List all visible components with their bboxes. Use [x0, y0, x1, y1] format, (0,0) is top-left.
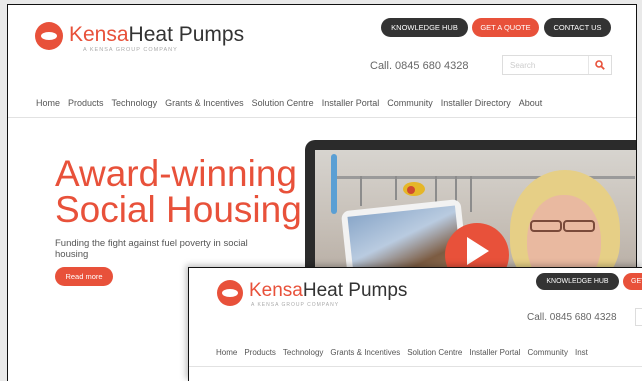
nav-item-community[interactable]: Community	[387, 98, 433, 108]
inset-nav-item-installer-directory[interactable]: Inst	[575, 348, 588, 357]
nav-item-products[interactable]: Products	[68, 98, 104, 108]
nav-item-installer-portal[interactable]: Installer Portal	[322, 98, 380, 108]
search-input[interactable]: Search	[510, 61, 535, 70]
inset-logo-brand-rest: Heat Pumps	[302, 280, 408, 301]
hero-subtitle: Funding the fight against fuel poverty i…	[55, 238, 248, 260]
inset-logo-tagline: A KENSA GROUP COMPANY	[251, 302, 340, 308]
logo-wordmark: KensaHeat Pumps	[69, 23, 244, 47]
inset-knowledge-hub-button[interactable]: KNOWLEDGE HUB	[536, 273, 619, 290]
inset-phone-number[interactable]: Call. 0845 680 4328	[527, 312, 617, 323]
main-nav: Home Products Technology Grants & Incent…	[36, 98, 542, 108]
inset-search-box[interactable]	[635, 308, 642, 326]
inset-nav-item-home[interactable]: Home	[216, 348, 237, 357]
inset-site-logo[interactable]: KensaHeat Pumps A KENSA GROUP COMPANY	[217, 280, 407, 308]
logo-brand-rest: Heat Pumps	[128, 23, 245, 46]
nav-divider	[8, 117, 636, 118]
inset-nav-item-grants[interactable]: Grants & Incentives	[330, 348, 400, 357]
hero-title-line2: Social Housing	[55, 189, 302, 230]
inset-screenshot: KensaHeat Pumps A KENSA GROUP COMPANY KN…	[188, 267, 642, 381]
nav-item-home[interactable]: Home	[36, 98, 60, 108]
inset-nav-divider	[189, 366, 642, 367]
logo-brand-kensa: Kensa	[69, 23, 129, 46]
utensil-hook	[470, 176, 472, 212]
glasses-right	[563, 220, 595, 232]
read-more-button[interactable]: Read more	[55, 267, 113, 286]
nav-item-technology[interactable]: Technology	[112, 98, 158, 108]
search-button[interactable]	[588, 56, 611, 74]
utensil-hook	[360, 176, 362, 206]
hero-video[interactable]	[305, 140, 636, 280]
inset-nav-item-community[interactable]: Community	[528, 348, 568, 357]
inset-nav-item-products[interactable]: Products	[244, 348, 276, 357]
inset-nav-item-installer-portal[interactable]: Installer Portal	[469, 348, 520, 357]
contact-us-button[interactable]: CONTACT US	[544, 18, 611, 37]
red-cup	[407, 186, 415, 194]
nav-item-grants[interactable]: Grants & Incentives	[165, 98, 244, 108]
phone-number[interactable]: Call. 0845 680 4328	[370, 60, 468, 72]
knowledge-hub-button[interactable]: KNOWLEDGE HUB	[381, 18, 468, 37]
logo-mark-icon	[35, 22, 63, 50]
blue-utensil	[331, 154, 337, 214]
search-box[interactable]: Search	[502, 55, 612, 75]
nav-item-installer-directory[interactable]: Installer Directory	[441, 98, 511, 108]
site-logo[interactable]: KensaHeat Pumps A KENSA GROUP COMPANY	[35, 22, 244, 53]
utensil-hook	[395, 176, 397, 200]
inset-logo-wordmark: KensaHeat Pumps	[249, 280, 407, 302]
inset-logo-mark-icon	[217, 280, 243, 306]
inset-logo-brand-kensa: Kensa	[249, 280, 303, 301]
hero-title-line1: Award-winning	[55, 153, 297, 194]
logo-tagline: A KENSA GROUP COMPANY	[83, 47, 178, 53]
nav-item-solution-centre[interactable]: Solution Centre	[252, 98, 314, 108]
get-a-quote-button[interactable]: GET A QUOTE	[472, 18, 539, 37]
inset-nav-item-technology[interactable]: Technology	[283, 348, 323, 357]
inset-main-nav: Home Products Technology Grants & Incent…	[216, 348, 588, 357]
inset-get-a-quote-button[interactable]: GET	[623, 273, 642, 290]
nav-item-about[interactable]: About	[519, 98, 543, 108]
inset-nav-item-solution-centre[interactable]: Solution Centre	[407, 348, 462, 357]
magnifier-icon	[595, 60, 605, 70]
glasses-left	[530, 220, 562, 232]
